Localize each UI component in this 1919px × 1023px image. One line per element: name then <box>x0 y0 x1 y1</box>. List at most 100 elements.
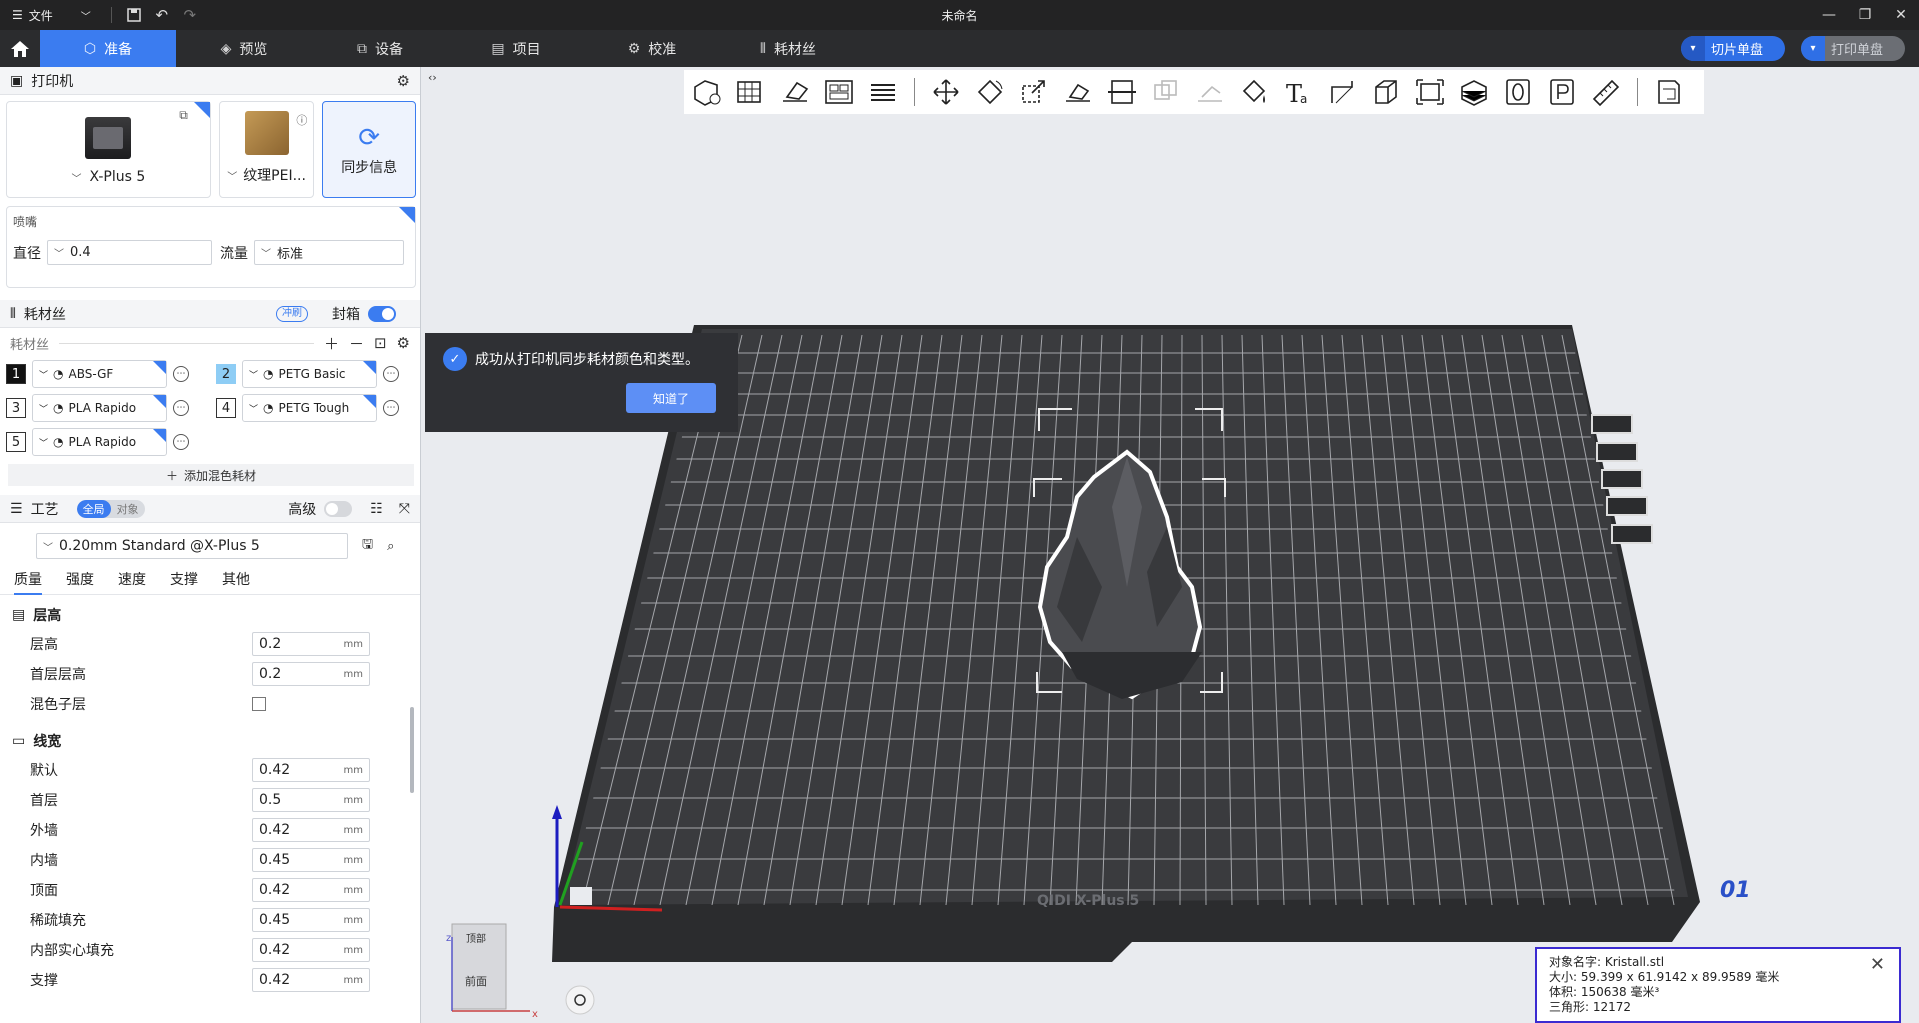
slice-plate-button[interactable]: ▾ 切片单盘 <box>1680 36 1785 61</box>
move-icon[interactable] <box>927 73 965 111</box>
view-cube-front[interactable]: 前面 <box>465 974 487 988</box>
view-cube-top[interactable]: 顶部 <box>466 932 486 945</box>
close-icon[interactable]: ✕ <box>1883 0 1919 30</box>
more-icon[interactable]: ⋯ <box>173 366 189 382</box>
lay-on-face-icon[interactable] <box>1059 73 1097 111</box>
text-icon[interactable]: Ta <box>1279 73 1317 111</box>
setting-input[interactable]: 0.42 mm <box>252 938 370 962</box>
setting-input[interactable]: 0.42 mm <box>252 818 370 842</box>
sync-info-button[interactable]: ⟳ 同步信息 <box>322 101 417 198</box>
tab-strength[interactable]: 强度 <box>66 569 94 595</box>
undo-icon[interactable]: ↶ <box>148 0 176 30</box>
reset-view-icon[interactable] <box>565 985 595 1015</box>
tab-others[interactable]: 其他 <box>222 569 250 595</box>
support-paint-icon[interactable] <box>1191 73 1229 111</box>
search-icon[interactable]: ⌕ <box>387 539 394 554</box>
filament-select[interactable]: ﹀ ◔ PETG Basic <box>242 360 377 388</box>
filament-number[interactable]: 1 <box>6 364 26 384</box>
plus-icon[interactable]: ＋ <box>324 333 339 354</box>
diameter-select[interactable]: ﹀ 0.4 <box>47 240 212 265</box>
tab-project[interactable]: ▤ 项目 <box>448 30 584 67</box>
plate-label-icon[interactable] <box>1543 73 1581 111</box>
flow-select[interactable]: ﹀ 标准 <box>254 240 404 265</box>
setting-input[interactable]: 0.45 mm <box>252 848 370 872</box>
setting-input[interactable]: 0.42 mm <box>252 878 370 902</box>
add-plate-icon[interactable] <box>732 73 770 111</box>
gear-icon[interactable]: ⚙ <box>397 72 410 90</box>
more-icon[interactable]: ⋯ <box>383 400 399 416</box>
cube-outline-icon[interactable] <box>1367 73 1405 111</box>
list-icon[interactable]: ☷ <box>370 501 383 517</box>
setting-input[interactable]: 0.42 mm <box>252 968 370 992</box>
tab-preview[interactable]: ◈ 预览 <box>176 30 312 67</box>
filament-select[interactable]: ﹀ ◔ ABS-GF <box>32 360 167 388</box>
arrange-icon[interactable] <box>820 73 858 111</box>
setting-input[interactable]: 0.2 mm <box>252 662 370 686</box>
sync-filament-icon[interactable]: ⊡ <box>374 334 387 352</box>
tab-support[interactable]: 支撑 <box>170 569 198 595</box>
cut-icon[interactable] <box>1103 73 1141 111</box>
3d-viewport[interactable]: ‹› QIDI X-Plus 5 01 顶部 前面 x z T a ✓ 成功从打… <box>422 67 1919 1023</box>
add-mixed-filament-button[interactable]: ＋ 添加混色耗材 <box>8 464 414 486</box>
info-icon[interactable]: ⓘ <box>296 112 307 128</box>
filament-number[interactable]: 5 <box>6 432 26 452</box>
filament-number[interactable]: 4 <box>216 398 236 418</box>
got-it-button[interactable]: 知道了 <box>626 383 716 413</box>
filament-select[interactable]: ﹀ ◔ PLA Rapido <box>32 394 167 422</box>
layers-list-icon[interactable] <box>864 73 902 111</box>
global-object-switch[interactable]: 全局 对象 <box>76 499 145 518</box>
minimize-icon[interactable]: — <box>1811 0 1847 30</box>
home-icon[interactable] <box>0 30 40 67</box>
chevron-down-icon[interactable]: ▾ <box>1680 36 1705 61</box>
filament-select[interactable]: ﹀ ◔ PETG Tough <box>242 394 377 422</box>
tab-device[interactable]: ⧉ 设备 <box>312 30 448 67</box>
boolean-icon[interactable] <box>1147 73 1185 111</box>
more-icon[interactable]: ⋯ <box>173 400 189 416</box>
gear-icon[interactable]: ⚙ <box>397 334 410 352</box>
arrange-plate-icon[interactable] <box>1596 442 1638 462</box>
restore-icon[interactable]: ❐ <box>1847 0 1883 30</box>
process-preset-select[interactable]: ﹀ 0.20mm Standard @X-Plus 5 <box>36 533 348 559</box>
tab-filament[interactable]: ⫴ 耗材丝 <box>720 30 856 67</box>
color-paint-icon[interactable] <box>1235 73 1273 111</box>
more-icon[interactable]: ⋯ <box>383 366 399 382</box>
rotate-icon[interactable] <box>971 73 1009 111</box>
compare-icon[interactable]: ⤧ <box>399 501 410 517</box>
plate-type-card[interactable]: ⓘ ﹀ 纹理PEI... <box>218 101 315 198</box>
mixed-sublayer-checkbox[interactable] <box>252 697 266 711</box>
zero-icon[interactable] <box>1499 73 1537 111</box>
minus-icon[interactable]: － <box>349 333 364 354</box>
assembly-view-icon[interactable] <box>1650 73 1688 111</box>
close-icon[interactable]: ✕ <box>1870 956 1885 974</box>
advanced-toggle[interactable] <box>324 500 353 517</box>
setting-input[interactable]: 0.2 mm <box>252 632 370 656</box>
redo-icon[interactable]: ↷ <box>176 0 204 30</box>
enclosure-toggle[interactable] <box>368 305 396 322</box>
setting-input[interactable]: 0.5 mm <box>252 788 370 812</box>
flush-button[interactable]: 冲刷 <box>276 305 308 322</box>
ruler-icon[interactable] <box>1587 73 1625 111</box>
more-icon[interactable]: ⋯ <box>173 434 189 450</box>
scale-icon[interactable] <box>1015 73 1053 111</box>
filament-number[interactable]: 3 <box>6 398 26 418</box>
lock-plate-icon[interactable] <box>1606 496 1648 516</box>
view-plate-icon[interactable] <box>1611 524 1653 544</box>
setting-input[interactable]: 0.45 mm <box>252 908 370 932</box>
tab-prepare[interactable]: ⬡ 准备 <box>40 30 176 67</box>
edit-icon[interactable]: ⧉ <box>179 108 188 123</box>
filament-number[interactable]: 2 <box>216 364 236 384</box>
settings-scrollbar[interactable] <box>410 707 414 793</box>
tab-quality[interactable]: 质量 <box>14 569 42 595</box>
seg-object[interactable]: 对象 <box>111 500 145 518</box>
measure-fill-icon[interactable] <box>1323 73 1361 111</box>
file-menu[interactable]: ☰ 文件 ﹀ <box>0 0 103 30</box>
tab-calibration[interactable]: ⚙ 校准 <box>584 30 720 67</box>
seg-global[interactable]: 全局 <box>76 499 111 518</box>
add-object-icon[interactable] <box>688 73 726 111</box>
print-plate-button[interactable]: ▾ 打印单盘 <box>1800 36 1905 61</box>
fit-view-icon[interactable] <box>1411 73 1449 111</box>
printer-model-card[interactable]: ⧉ ﹀ X-Plus 5 <box>6 101 211 198</box>
setting-input[interactable]: 0.42 mm <box>252 758 370 782</box>
save-icon[interactable] <box>120 0 148 30</box>
chevron-down-icon[interactable]: ▾ <box>1800 36 1825 61</box>
